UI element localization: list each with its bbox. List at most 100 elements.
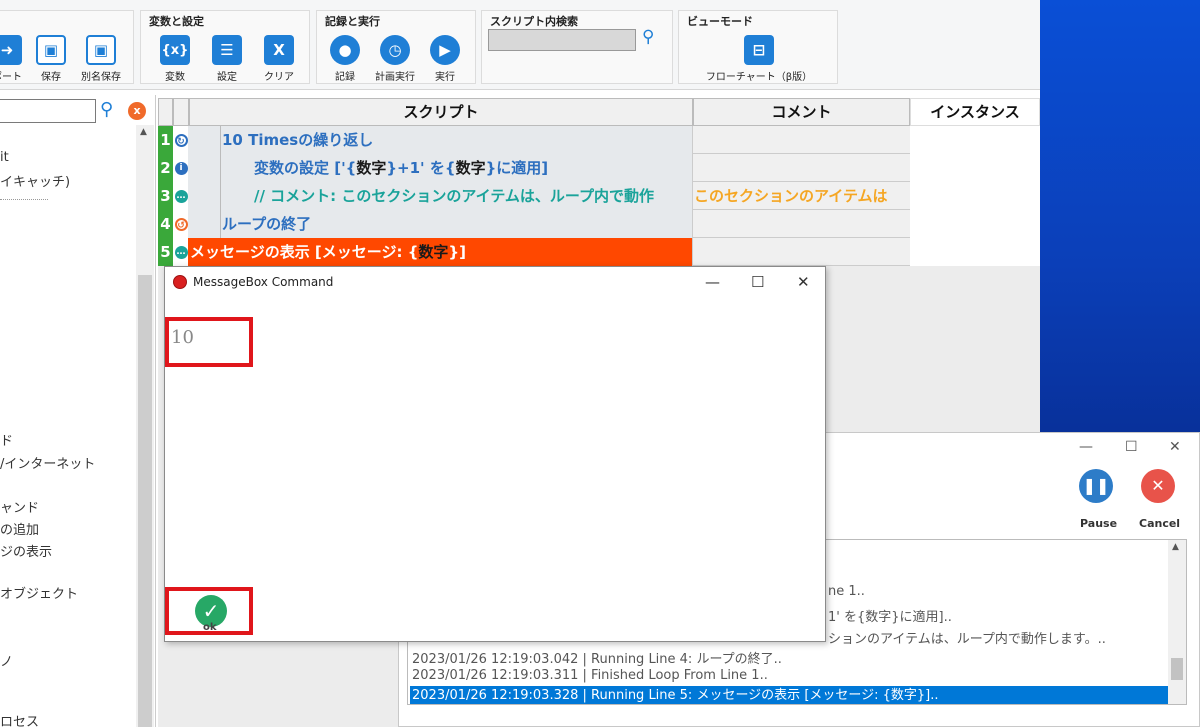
line-number[interactable]: 3	[158, 182, 173, 210]
log-line[interactable]: 2023/01/26 12:19:03.311 | Finished Loop …	[412, 668, 768, 683]
arrow-right-icon: ➜	[0, 35, 22, 65]
variables-icon: {x}	[160, 35, 190, 65]
clear-icon: X	[264, 35, 294, 65]
tree-item[interactable]: の追加	[0, 519, 39, 538]
script-search-input[interactable]	[488, 29, 636, 51]
log-line[interactable]: ne 1..	[828, 584, 865, 599]
loop-end-icon: ↺	[173, 210, 189, 238]
tree-item[interactable]: it	[0, 150, 9, 165]
loop-icon: ↻	[173, 126, 189, 154]
script-row[interactable]: メッセージの表示 [メッセージ: {数字}]	[190, 238, 466, 266]
header-blank-2	[173, 98, 189, 126]
close-icon[interactable]: ✕	[1169, 439, 1181, 455]
scroll-up-icon[interactable]: ▲	[140, 127, 147, 137]
tree-item[interactable]: ロセス	[0, 711, 39, 727]
import-button[interactable]: ➜ ポート	[0, 35, 29, 83]
maximize-icon[interactable]: ☐	[751, 273, 764, 291]
tree-item[interactable]: ド	[0, 430, 13, 449]
tree-item[interactable]: ャンド	[0, 497, 39, 516]
import-button-label: ポート	[0, 72, 22, 83]
line-number[interactable]: 1	[158, 126, 173, 154]
script-grid: スクリプト コメント インスタンス このセクションのアイテムは 1 ↻ 10 T…	[158, 98, 1040, 266]
line-number[interactable]: 5	[158, 238, 173, 266]
log-line[interactable]: 2023/01/26 12:19:03.042 | Running Line 4…	[412, 648, 782, 667]
save-as-button-label: 別名保存	[81, 72, 121, 83]
row-text-part: }]	[448, 243, 466, 261]
tree-item[interactable]: オブジェクト	[0, 583, 78, 602]
left-scrollbar[interactable]: ▲	[136, 125, 154, 727]
header-comment[interactable]: コメント	[693, 98, 910, 126]
pause-label: Pause	[1080, 517, 1118, 530]
row-text-part: 変数の設定 ['{	[254, 159, 357, 177]
command-search-input[interactable]	[0, 99, 96, 123]
record-button-label: 記録	[335, 72, 355, 83]
scroll-thumb[interactable]	[138, 275, 152, 727]
search-icon[interactable]: ⚲	[642, 27, 664, 49]
group-title-search: スクリプト内検索	[490, 15, 578, 28]
flowchart-button[interactable]: ⊟ フローチャート（β版）	[699, 35, 819, 83]
comment-cell[interactable]	[692, 154, 910, 182]
variable-icon: i	[173, 154, 189, 182]
scroll-up-icon[interactable]: ▲	[1172, 542, 1179, 552]
line-number[interactable]: 4	[158, 210, 173, 238]
variables-button-label: 変数	[165, 72, 185, 83]
search-icon[interactable]: ⚲	[100, 99, 113, 120]
clear-button[interactable]: X クリア	[257, 35, 301, 83]
close-icon[interactable]: ✕	[797, 273, 810, 291]
comment-text-row3: このセクションのアイテムは	[694, 187, 888, 205]
pause-icon[interactable]: ❚❚	[1079, 469, 1113, 503]
log-scrollbar[interactable]: ▲	[1168, 540, 1186, 704]
settings-button-label: 設定	[217, 72, 237, 83]
run-button-label: 実行	[435, 72, 455, 83]
ribbon-group-view: ビューモード ⊟ フローチャート（β版）	[678, 10, 838, 84]
log-line-selected[interactable]: 2023/01/26 12:19:03.328 | Running Line 5…	[410, 686, 1168, 704]
script-row[interactable]: 10 Timesの繰り返し	[222, 126, 373, 154]
save-as-button[interactable]: ▣ 別名保存	[79, 35, 123, 83]
group-title-record: 記録と実行	[325, 15, 380, 28]
minimize-icon[interactable]: —	[1079, 439, 1093, 455]
run-button[interactable]: ▶ 実行	[423, 35, 467, 83]
save-button-label: 保存	[41, 72, 61, 83]
app-logo-icon	[173, 275, 187, 289]
comment-cell[interactable]	[692, 210, 910, 238]
scroll-thumb[interactable]	[1171, 658, 1183, 680]
tree-item[interactable]: イキャッチ)	[0, 171, 70, 190]
settings-button[interactable]: ☰ 設定	[205, 35, 249, 83]
save-icon: ▣	[36, 35, 66, 65]
cancel-icon[interactable]: ✕	[1141, 469, 1175, 503]
script-row[interactable]: 変数の設定 ['{数字}+1' を{数字}に適用]	[254, 154, 548, 182]
line-number[interactable]: 2	[158, 154, 173, 182]
schedule-icon: ◷	[380, 35, 410, 65]
variables-button[interactable]: {x} 変数	[153, 35, 197, 83]
variable-name: 数字	[418, 243, 449, 261]
record-button[interactable]: ● 記録	[323, 35, 367, 83]
minimize-icon[interactable]: —	[705, 273, 720, 291]
record-icon: ●	[330, 35, 360, 65]
save-button[interactable]: ▣ 保存	[29, 35, 73, 83]
highlight-box-ok	[165, 587, 253, 635]
row-text-part: }+1' を{	[386, 159, 456, 177]
separator	[0, 199, 48, 200]
highlight-box-message	[165, 317, 253, 367]
header-instance[interactable]: インスタンス	[910, 98, 1040, 126]
tree-item[interactable]: /インターネット	[0, 453, 95, 472]
maximize-icon[interactable]: ☐	[1125, 439, 1138, 455]
comment-cell[interactable]	[692, 238, 910, 266]
comment-cell[interactable]	[692, 126, 910, 154]
log-line[interactable]: ションのアイテムは、ループ内で動作します。..	[828, 628, 1106, 647]
script-row[interactable]: // コメント: このセクションのアイテムは、ループ内で動作	[254, 182, 692, 210]
script-row[interactable]: ループの終了	[222, 210, 311, 238]
comment-icon: …	[174, 189, 188, 203]
tree-item[interactable]: ノ	[0, 651, 13, 670]
clear-search-icon[interactable]: x	[128, 102, 146, 120]
header-script[interactable]: スクリプト	[189, 98, 693, 126]
ribbon-group-file: ➜ ポート ▣ 保存 ▣ 別名保存	[0, 10, 134, 84]
ribbon-toolbar: ➜ ポート ▣ 保存 ▣ 別名保存 変数と設定 {x} 変数 ☰ 設定 X クリ…	[0, 0, 1040, 90]
group-title-view: ビューモード	[687, 15, 753, 28]
variable-name: 数字	[356, 159, 387, 177]
tree-item[interactable]: ジの表示	[0, 541, 52, 560]
log-line[interactable]: 1' を{数字}に適用]..	[828, 606, 952, 625]
schedule-button[interactable]: ◷ 計画実行	[373, 35, 417, 83]
cancel-label: Cancel	[1139, 517, 1181, 530]
schedule-button-label: 計画実行	[375, 72, 415, 83]
